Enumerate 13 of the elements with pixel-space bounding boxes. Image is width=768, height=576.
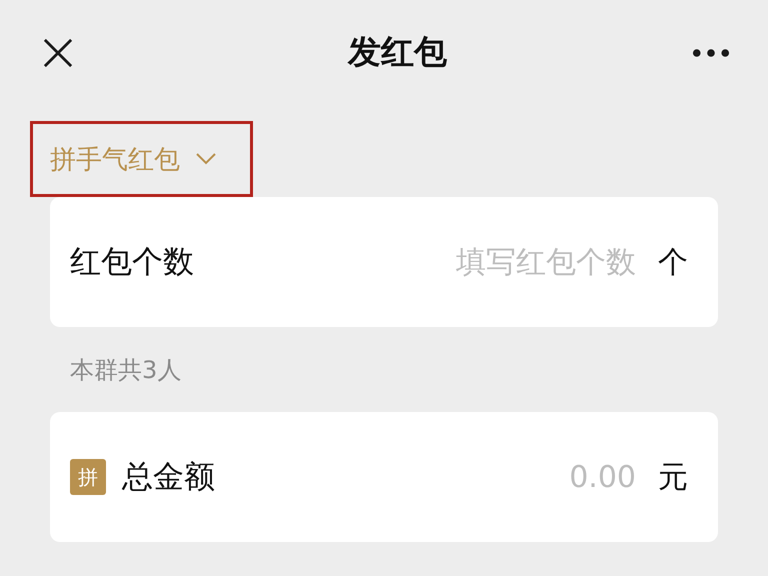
close-icon[interactable] — [43, 38, 73, 68]
count-field[interactable]: 填写红包个数 — [204, 240, 636, 284]
type-badge: 拼 — [70, 459, 106, 495]
page-title: 发红包 — [348, 31, 447, 73]
group-note: 本群共3人 — [69, 354, 182, 386]
packet-type-dropdown[interactable]: 拼手气红包 — [30, 121, 253, 197]
unit-label: 元 — [658, 458, 688, 496]
amount-label: 总金额 — [122, 458, 215, 497]
unit-label: 个 — [658, 244, 688, 282]
amount-field[interactable]: 0.00 — [225, 455, 636, 499]
caret-icon — [196, 153, 216, 165]
count-label: 红包个数 — [70, 243, 194, 282]
more-icon[interactable] — [692, 48, 730, 58]
